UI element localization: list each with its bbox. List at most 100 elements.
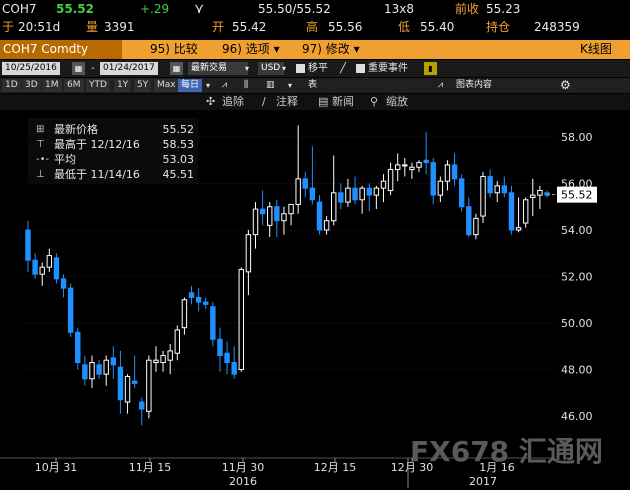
candle-body [75, 331, 81, 364]
candle-body [96, 364, 102, 375]
candle [302, 171, 308, 198]
legend-last-icon: ⊞ [36, 124, 45, 135]
edit-menu[interactable]: 97) 修改 ▾ [302, 40, 360, 59]
candle [466, 197, 472, 237]
quote-stats-row: 于 20:51d 量 3391 开 55.42 高 55.56 低 55.40 … [0, 18, 630, 38]
legend-last-value: 55.52 [162, 123, 195, 136]
candle-body [252, 208, 259, 236]
range-ytd[interactable]: YTD [86, 79, 110, 92]
zoom-button[interactable]: 缩放 [386, 94, 408, 110]
range-3d[interactable]: 3D [22, 79, 41, 92]
candle-body [494, 185, 500, 194]
legend-avg-label: 平均 [54, 153, 76, 166]
candle [259, 190, 266, 226]
y-tick-label: 46.00 [561, 410, 593, 423]
candle-body [288, 203, 294, 215]
range-1y[interactable]: 1Y [114, 79, 132, 92]
start-date-field[interactable]: 10/25/2016 [2, 62, 60, 75]
volume-label: 量 [86, 20, 99, 34]
candle-body [82, 364, 88, 380]
options-menu[interactable]: 96) 选项 ▾ [222, 40, 280, 59]
candle-body [39, 266, 45, 275]
candle [437, 176, 444, 203]
chart-content-icon[interactable]: ⩘ [438, 78, 443, 93]
candle [82, 355, 88, 386]
candle [331, 155, 337, 226]
legend-row-high: ⊤ 最高于 12/12/16 58.53 [28, 137, 198, 152]
security-label: COH7 Comdty [3, 42, 89, 56]
chart-style-icon[interactable]: ▥ [266, 78, 275, 93]
candle [53, 253, 60, 284]
candle-body [46, 255, 53, 268]
security-field[interactable]: COH7 Comdty [0, 40, 122, 59]
compare-button[interactable]: 95) 比较 [150, 40, 198, 59]
events-checkbox[interactable] [356, 64, 365, 73]
x-tick-label: 12月 15 [314, 461, 357, 474]
candle [323, 216, 330, 235]
range-5y[interactable]: 5Y [134, 79, 152, 92]
x-tick-label: 11月 15 [129, 461, 172, 474]
candle-body [238, 269, 244, 370]
candle-body [331, 192, 337, 222]
candle-body [522, 199, 529, 224]
date-separator: - [91, 63, 95, 74]
end-date-field[interactable]: 01/24/2017 [100, 62, 158, 75]
news-button[interactable]: 新闻 [332, 94, 354, 110]
candle [217, 327, 223, 372]
prev-close-label: 前收 [455, 2, 480, 16]
candle-body [345, 187, 351, 203]
candle [131, 355, 138, 389]
candle [480, 171, 486, 224]
period-dropdown[interactable]: 最新交易 [188, 62, 248, 75]
candle [153, 346, 159, 372]
range-max[interactable]: Max [154, 79, 179, 92]
news-icon[interactable]: ▤ [318, 94, 328, 110]
candle [508, 185, 515, 235]
interval-dropdown[interactable]: 每日 [178, 79, 203, 92]
candle-body [473, 217, 479, 236]
pen-icon[interactable]: ╱ [340, 60, 346, 77]
candle-body [281, 213, 287, 222]
candle [238, 267, 244, 372]
candle-body [267, 206, 273, 226]
candle [316, 195, 323, 235]
line-chart-icon[interactable]: ⩘ [222, 78, 227, 93]
range-6m[interactable]: 6M [64, 79, 84, 92]
legend-row-low: ⊥ 最低于 11/14/16 45.51 [28, 167, 198, 182]
candle-body [195, 296, 202, 303]
candle [530, 178, 536, 217]
table-button[interactable]: 表 [308, 78, 317, 93]
range-1m[interactable]: 1M [42, 79, 62, 92]
annotate-icon[interactable]: ∕ [262, 94, 266, 110]
period-chevron-icon: ▾ [245, 64, 250, 73]
currency-dropdown[interactable]: USD [258, 62, 284, 75]
range-1d[interactable]: 1D [2, 79, 21, 92]
quote-header-row: COH7 55.52 +.29 ⋎ 55.50/55.52 13x8 前收 55… [0, 0, 630, 18]
settings-gear-icon[interactable]: ⚙ [560, 78, 571, 93]
zoom-icon[interactable]: ⚲ [370, 94, 378, 110]
candle-body [387, 169, 394, 191]
zoom-in-button[interactable]: 追除 [222, 94, 244, 110]
legend-high-label: 最高于 12/12/16 [54, 138, 140, 151]
candle [352, 176, 358, 205]
crosshair-icon[interactable]: ✣ [206, 94, 215, 110]
candle-body [231, 362, 237, 375]
candle [394, 153, 401, 182]
low-value: 55.40 [420, 20, 455, 34]
start-calendar-icon[interactable]: ▦ [72, 62, 85, 75]
candle-chart-icon[interactable]: ⫼ [244, 78, 248, 93]
events-toggle-icon[interactable]: ▮ [424, 62, 437, 75]
candle [359, 185, 365, 214]
chart-type-label[interactable]: K线图 [580, 40, 612, 59]
candle-body [25, 229, 31, 261]
candle [117, 350, 124, 414]
end-calendar-icon[interactable]: ▦ [170, 62, 183, 75]
chart-content-button[interactable]: 图表内容 [456, 78, 492, 93]
smooth-checkbox[interactable] [296, 64, 305, 73]
candle-body [366, 187, 372, 196]
candle-body [501, 185, 508, 194]
legend-low-value: 45.51 [162, 168, 195, 181]
open-label: 开 [212, 20, 225, 34]
annotate-button[interactable]: 注释 [276, 94, 298, 110]
chart-legend: ⊞ 最新价格 55.52 ⊤ 最高于 12/12/16 58.53 -•- 平均… [28, 118, 198, 184]
